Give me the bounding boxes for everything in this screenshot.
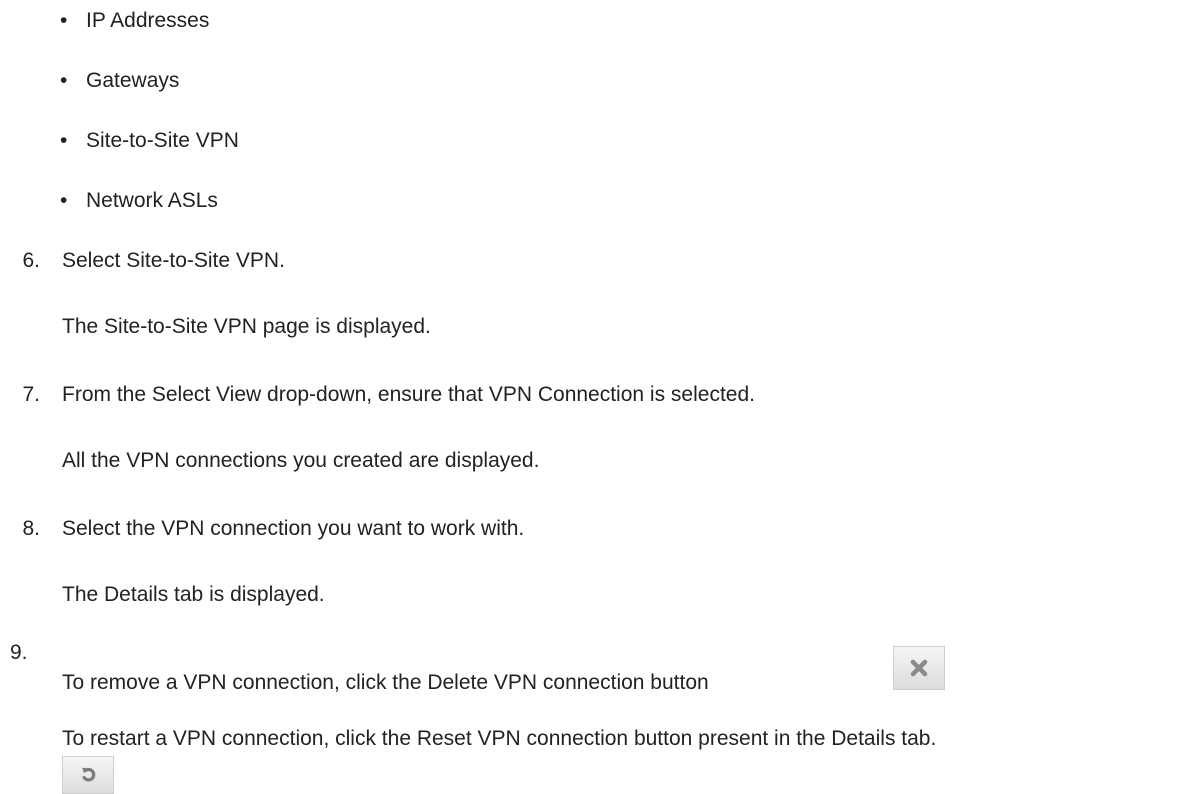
step-result: The Site-to-Site VPN page is displayed. [62,315,431,338]
step-instruction: Select the VPN connection you want to wo… [62,517,525,540]
step-instruction: From the Select View drop-down, ensure t… [62,383,755,406]
step-result: The Details tab is displayed. [62,583,325,606]
list-item-label: Site-to-Site VPN [86,129,239,152]
bullet: • [60,189,68,212]
step-number: 6. [22,249,40,272]
step-result: To restart a VPN connection, click the R… [62,727,937,750]
bullet: • [60,9,68,32]
step-number: 9. [10,641,28,664]
step-number: 8. [22,517,40,540]
step-number: 7. [22,383,40,406]
refresh-icon [82,767,96,782]
list-item-gateways: • Gateways [60,66,179,96]
step-result: All the VPN connections you created are … [62,449,540,472]
list-item-label: Network ASLs [86,189,218,212]
list-item-site-to-site-vpn: • Site-to-Site VPN [60,126,239,156]
list-item-network-asls: • Network ASLs [60,186,218,216]
close-x-icon [910,659,928,677]
step-instruction: Select Site-to-Site VPN. [62,249,285,272]
list-item-ip-addresses: • IP Addresses [60,6,209,36]
list-item-label: IP Addresses [86,9,210,32]
bullet: • [60,129,68,152]
step-instruction: To remove a VPN connection, click the De… [62,671,709,694]
list-item-label: Gateways [86,69,180,92]
delete-vpn-connection-button[interactable] [893,646,945,690]
bullet: • [60,69,68,92]
reset-vpn-connection-button[interactable] [62,756,114,794]
